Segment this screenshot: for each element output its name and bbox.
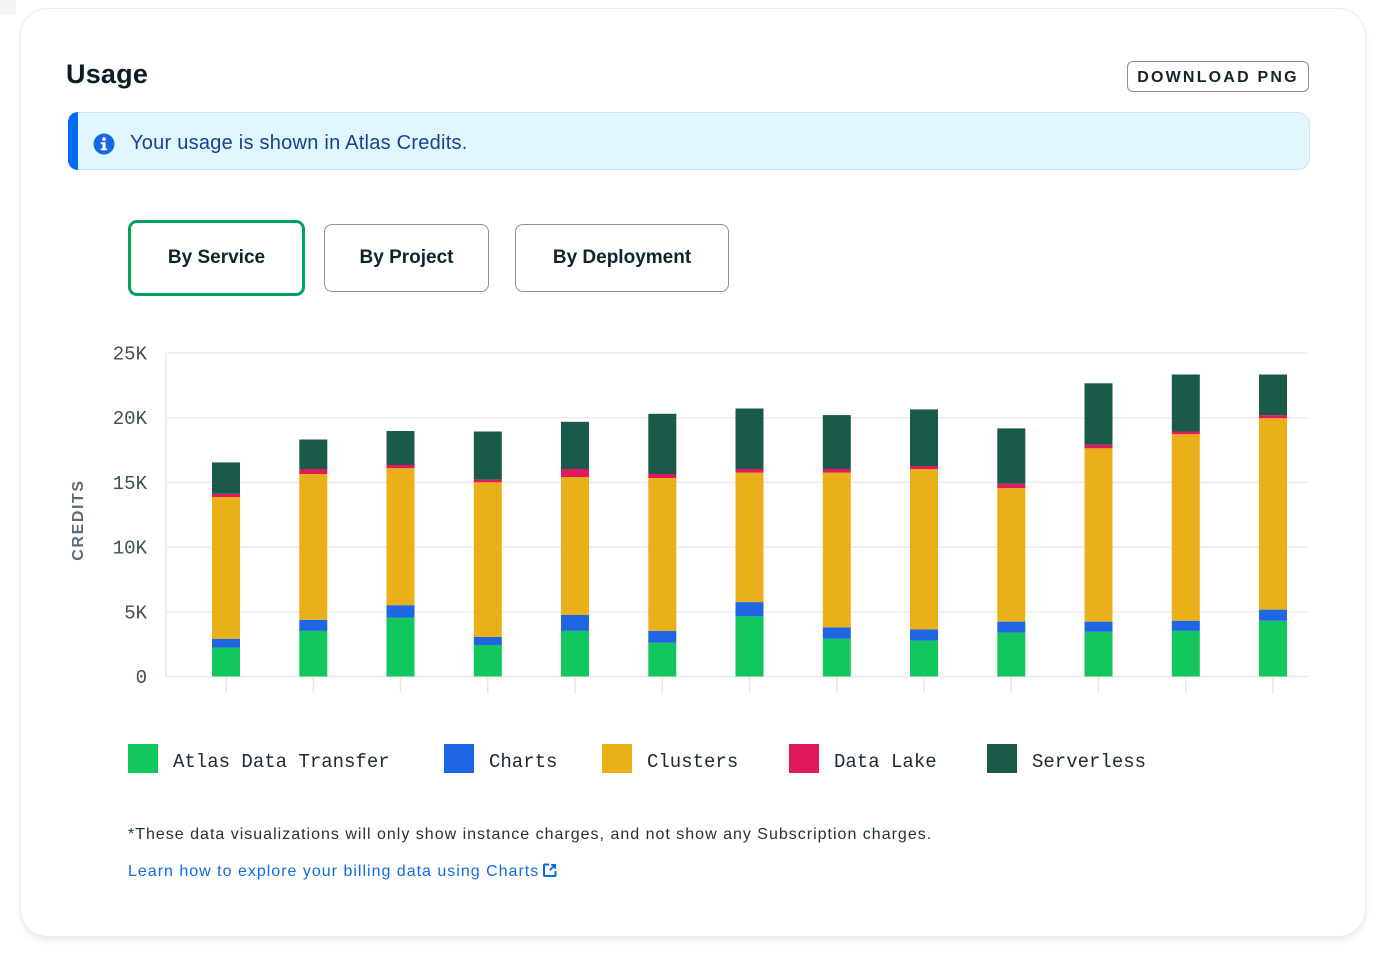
svg-text:10K: 10K	[113, 538, 148, 560]
svg-text:15K: 15K	[113, 473, 148, 495]
svg-text:5K: 5K	[124, 602, 147, 624]
svg-text:20K: 20K	[113, 408, 148, 430]
svg-text:0: 0	[136, 667, 147, 689]
svg-text:25K: 25K	[113, 343, 148, 365]
